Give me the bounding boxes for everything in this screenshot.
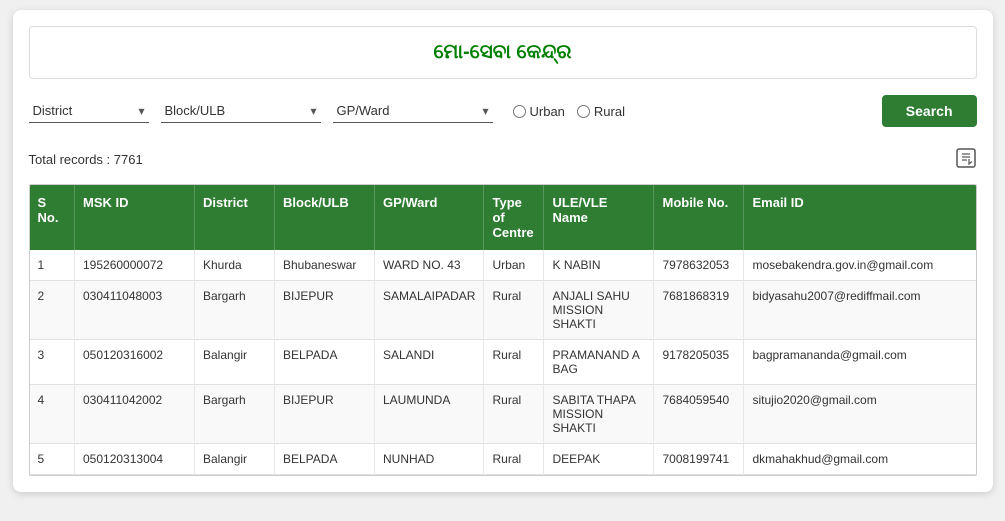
table-cell: 7978632053 — [654, 250, 744, 281]
table-cell: Balangir — [195, 444, 275, 475]
table-cell: Bargarh — [195, 385, 275, 444]
records-bar: Total records : 7761 — [29, 143, 977, 176]
area-type-radio-group: Urban Rural — [513, 104, 626, 119]
table-cell: 3 — [30, 340, 75, 385]
table-cell: 2 — [30, 281, 75, 340]
district-filter-wrapper: District — [29, 99, 149, 123]
table-header-row: S No. MSK ID District Block/ULB GP/Ward … — [30, 185, 976, 250]
table-cell: Rural — [484, 444, 544, 475]
header-bar: ମୋ-ସେବା କେନ୍ଦ୍ର — [29, 26, 977, 79]
table-cell: 7008199741 — [654, 444, 744, 475]
table-cell: 050120316002 — [75, 340, 195, 385]
table-cell: 9178205035 — [654, 340, 744, 385]
district-select[interactable]: District — [29, 99, 149, 123]
table-cell: 1 — [30, 250, 75, 281]
table-cell: LAUMUNDA — [375, 385, 484, 444]
col-type: Type of Centre — [484, 185, 544, 250]
table-row: 5050120313004BalangirBELPADANUNHADRuralD… — [30, 444, 976, 475]
gp-ward-select[interactable]: GP/Ward — [333, 99, 493, 123]
table-cell: 7684059540 — [654, 385, 744, 444]
col-gp-ward: GP/Ward — [375, 185, 484, 250]
table-cell: DEEPAK — [544, 444, 654, 475]
table-cell: BIJEPUR — [275, 385, 375, 444]
col-district: District — [195, 185, 275, 250]
main-container: ମୋ-ସେବା କେନ୍ଦ୍ର District Block/ULB GP/Wa… — [13, 10, 993, 492]
table-cell: SALANDI — [375, 340, 484, 385]
table-cell: SAMALAIPADAR — [375, 281, 484, 340]
table-cell: 030411042002 — [75, 385, 195, 444]
col-vle-name: ULE/VLE Name — [544, 185, 654, 250]
table-cell: mosebakendra.gov.in@gmail.com — [744, 250, 976, 281]
col-mobile: Mobile No. — [654, 185, 744, 250]
rural-label: Rural — [594, 104, 625, 119]
table-cell: 7681868319 — [654, 281, 744, 340]
data-table-wrapper: S No. MSK ID District Block/ULB GP/Ward … — [29, 184, 977, 476]
table-cell: Bargarh — [195, 281, 275, 340]
table-cell: Rural — [484, 385, 544, 444]
table-cell: situjio2020@gmail.com — [744, 385, 976, 444]
table-cell: PRAMANAND A BAG — [544, 340, 654, 385]
table-cell: Bhubaneswar — [275, 250, 375, 281]
table-cell: Rural — [484, 340, 544, 385]
col-block-ulb: Block/ULB — [275, 185, 375, 250]
table-cell: BIJEPUR — [275, 281, 375, 340]
table-cell: BELPADA — [275, 444, 375, 475]
table-cell: Urban — [484, 250, 544, 281]
table-cell: WARD NO. 43 — [375, 250, 484, 281]
data-table: S No. MSK ID District Block/ULB GP/Ward … — [30, 185, 976, 475]
table-cell: 5 — [30, 444, 75, 475]
urban-radio-label[interactable]: Urban — [513, 104, 565, 119]
rural-radio-label[interactable]: Rural — [577, 104, 625, 119]
col-msk-id: MSK ID — [75, 185, 195, 250]
table-cell: 195260000072 — [75, 250, 195, 281]
download-icon[interactable] — [955, 147, 977, 172]
table-cell: SABITA THAPA MISSION SHAKTI — [544, 385, 654, 444]
search-button[interactable]: Search — [882, 95, 977, 127]
table-body: 1195260000072KhurdaBhubaneswarWARD NO. 4… — [30, 250, 976, 475]
table-row: 4030411042002BargarhBIJEPURLAUMUNDARural… — [30, 385, 976, 444]
gp-ward-filter-wrapper: GP/Ward — [333, 99, 493, 123]
col-email: Email ID — [744, 185, 976, 250]
total-records-text: Total records : 7761 — [29, 152, 143, 167]
table-row: 3050120316002BalangirBELPADASALANDIRural… — [30, 340, 976, 385]
col-sno: S No. — [30, 185, 75, 250]
table-cell: bidyasahu2007@rediffmail.com — [744, 281, 976, 340]
table-row: 2030411048003BargarhBIJEPURSAMALAIPADARR… — [30, 281, 976, 340]
table-cell: 4 — [30, 385, 75, 444]
table-cell: ANJALI SAHU MISSION SHAKTI — [544, 281, 654, 340]
table-cell: 050120313004 — [75, 444, 195, 475]
urban-label: Urban — [530, 104, 565, 119]
table-row: 1195260000072KhurdaBhubaneswarWARD NO. 4… — [30, 250, 976, 281]
block-ulb-select[interactable]: Block/ULB — [161, 99, 321, 123]
block-ulb-filter-wrapper: Block/ULB — [161, 99, 321, 123]
table-cell: dkmahakhud@gmail.com — [744, 444, 976, 475]
table-cell: Rural — [484, 281, 544, 340]
table-cell: Khurda — [195, 250, 275, 281]
table-cell: 030411048003 — [75, 281, 195, 340]
table-cell: K NABIN — [544, 250, 654, 281]
table-cell: bagpramananda@gmail.com — [744, 340, 976, 385]
rural-radio[interactable] — [577, 105, 590, 118]
table-cell: Balangir — [195, 340, 275, 385]
table-cell: BELPADA — [275, 340, 375, 385]
app-title: ମୋ-ସେବା କେନ୍ଦ୍ର — [433, 41, 571, 63]
urban-radio[interactable] — [513, 105, 526, 118]
table-cell: NUNHAD — [375, 444, 484, 475]
filter-row: District Block/ULB GP/Ward Urban Rural S… — [29, 95, 977, 127]
